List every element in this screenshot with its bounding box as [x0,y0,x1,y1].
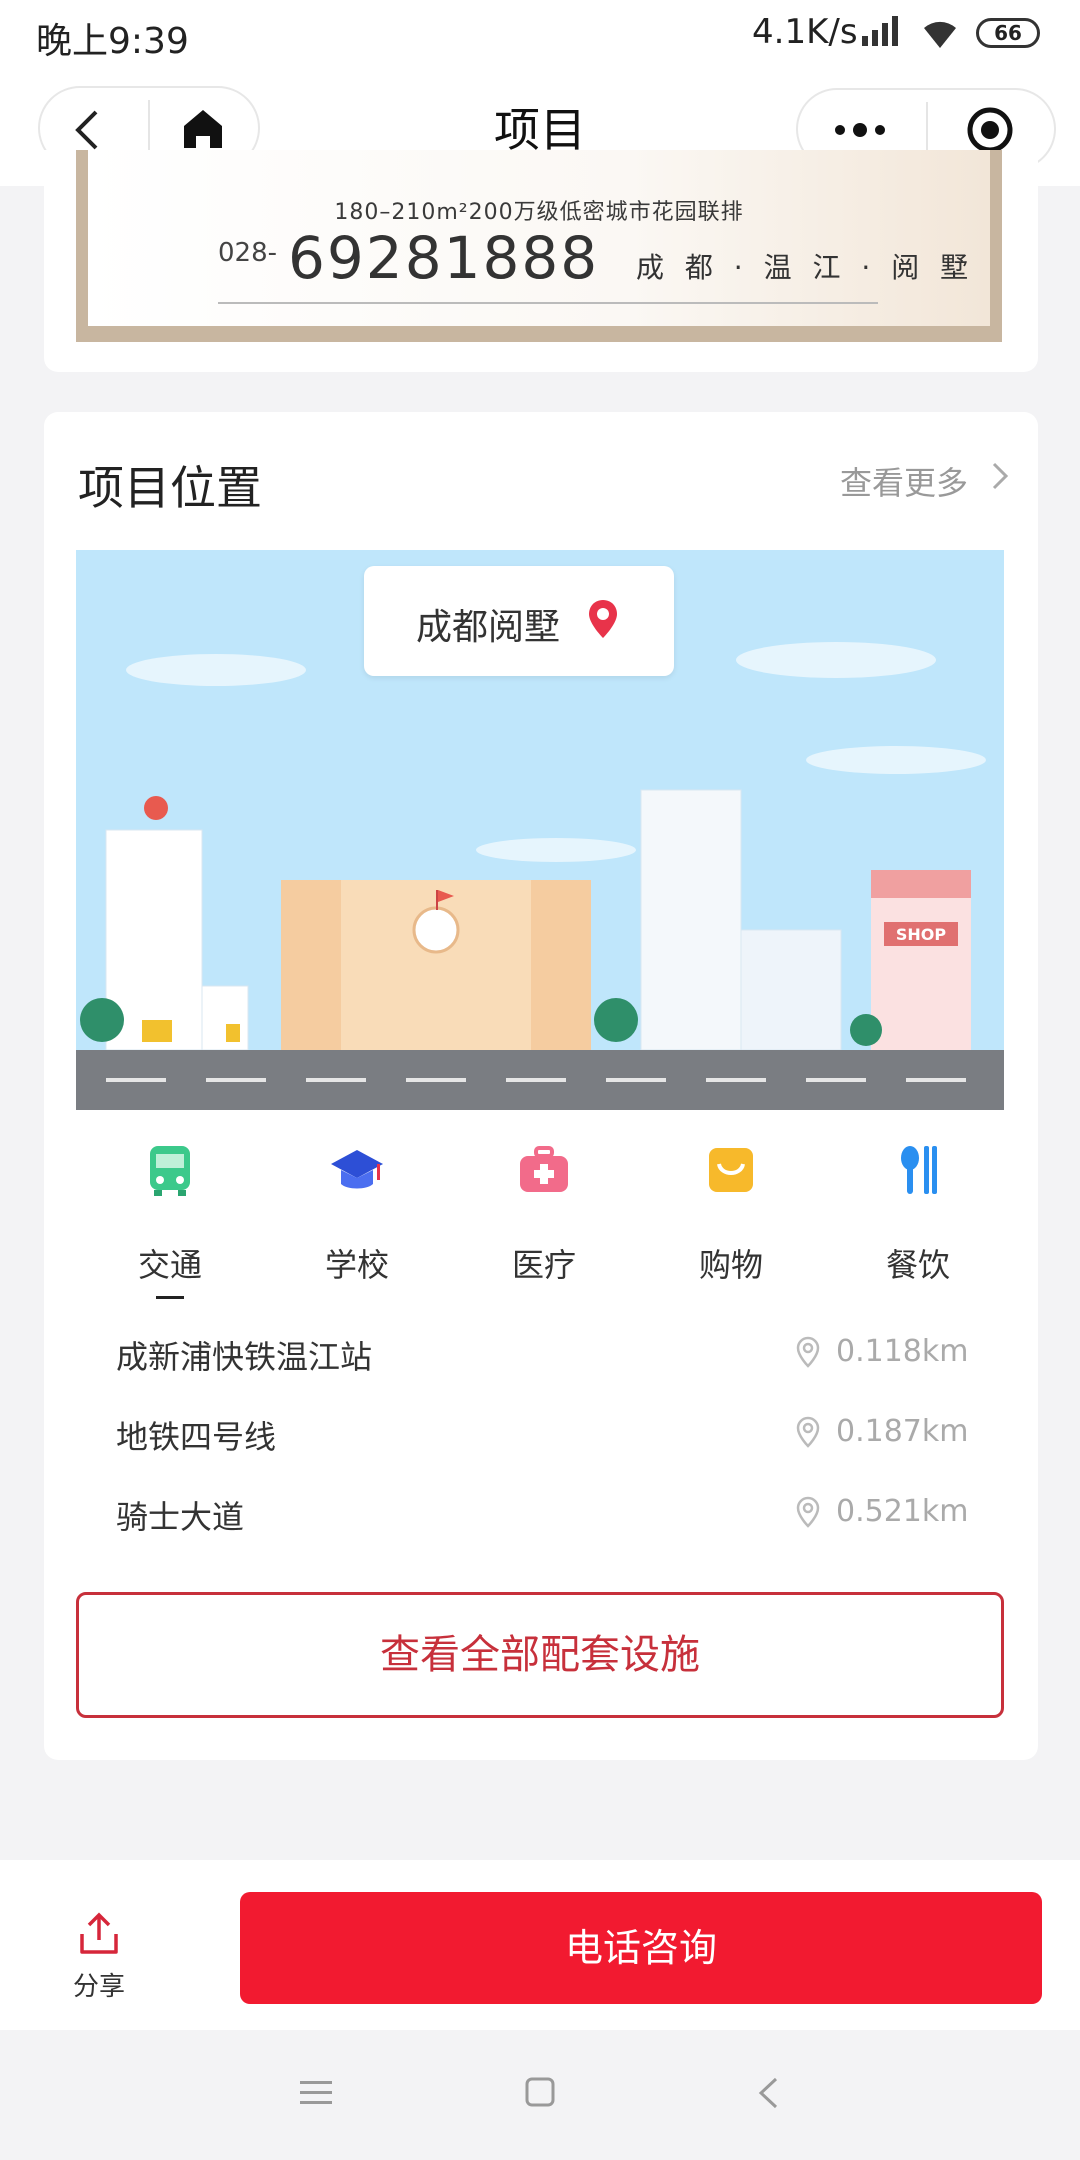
banner-card: 180–210m²200万级低密城市花园联排 028- 69281888 成 都… [44,150,1038,372]
project-location-bubble[interactable]: 成都阅墅 [364,566,674,676]
graduation-cap-icon [331,1150,383,1189]
bus-icon [150,1146,190,1196]
back-triangle-icon[interactable] [756,2076,780,2110]
banner-divider [218,302,878,304]
tab-school[interactable]: 学校 [287,1142,427,1286]
network-speed: 4.1K/s [752,12,858,52]
chevron-right-icon[interactable] [990,460,1010,492]
banner-inner: 180–210m²200万级低密城市花园联排 028- 69281888 成 都… [88,150,990,326]
view-all-facilities-button[interactable]: 查看全部配套设施 [76,1592,1004,1718]
signal-icon [862,16,898,46]
ad-banner[interactable]: 180–210m²200万级低密城市花园联排 028- 69281888 成 都… [76,150,1002,342]
utensils-icon [901,1146,937,1194]
place-name: 地铁四号线 [116,1418,277,1456]
place-distance: 0.118km [836,1334,969,1369]
tab-medical[interactable]: 医疗 [474,1142,614,1286]
tab-label: 学校 [324,1246,389,1284]
battery-icon: 66 [976,18,1040,48]
banner-phone: 69281888 [288,224,600,292]
location-card: 项目位置 查看更多 SHOP 成都阅墅 交通 学校 医疗 购物 餐饮 成新浦快铁… [44,412,1038,1760]
shopping-bag-icon [709,1148,753,1192]
location-pin-icon [796,1336,820,1368]
banner-headline: 180–210m²200万级低密城市花园联排 [334,200,744,225]
phone-consult-button[interactable]: 电话咨询 [240,1892,1042,2004]
menu-icon[interactable] [298,2078,334,2108]
section-title: 项目位置 [78,461,262,515]
location-pin-icon [796,1416,820,1448]
status-bar: 晚上9:39 4.1K/s 66 [0,0,1080,66]
tab-dining[interactable]: 餐饮 [848,1142,988,1286]
status-time: 晚上9:39 [36,21,189,62]
bottom-action-bar: 分享 电话咨询 [0,1860,1080,2030]
close-target-icon[interactable] [966,106,1014,154]
location-illustration[interactable]: SHOP 成都阅墅 [76,550,1004,1110]
home-square-icon[interactable] [524,2076,556,2108]
banner-location: 成 都 · 温 江 · 阅 墅 [636,251,975,284]
location-pin-icon [796,1496,820,1528]
tab-shopping[interactable]: 购物 [661,1142,801,1286]
tab-label: 交通 [137,1246,202,1284]
tab-label: 购物 [698,1246,763,1284]
map-pin-icon [589,600,617,638]
list-item[interactable]: 地铁四号线 0.187km [116,1402,1006,1472]
banner-phone-prefix: 028- [218,238,278,268]
tab-label: 餐饮 [885,1246,950,1284]
share-button[interactable]: 分享 [54,1912,144,2003]
wifi-icon [924,21,956,48]
shop-sign: SHOP [896,925,947,944]
place-distance: 0.521km [836,1494,969,1529]
list-item[interactable]: 成新浦快铁温江站 0.118km [116,1322,1006,1392]
tab-transport[interactable]: 交通 [100,1142,240,1286]
project-name: 成都阅墅 [416,607,561,648]
tab-label: 医疗 [511,1246,576,1284]
system-nav-bar [0,2030,1080,2160]
list-item[interactable]: 骑士大道 0.521km [116,1482,1006,1552]
more-dots-icon[interactable] [832,116,888,144]
share-label: 分享 [72,1972,125,2002]
place-name: 骑士大道 [116,1498,245,1536]
medical-kit-icon [520,1146,568,1192]
place-name: 成新浦快铁温江站 [116,1338,373,1376]
tab-active-indicator [156,1296,184,1299]
view-more-link[interactable]: 查看更多 [840,458,968,504]
share-icon [80,1912,118,1954]
place-distance: 0.187km [836,1414,969,1449]
